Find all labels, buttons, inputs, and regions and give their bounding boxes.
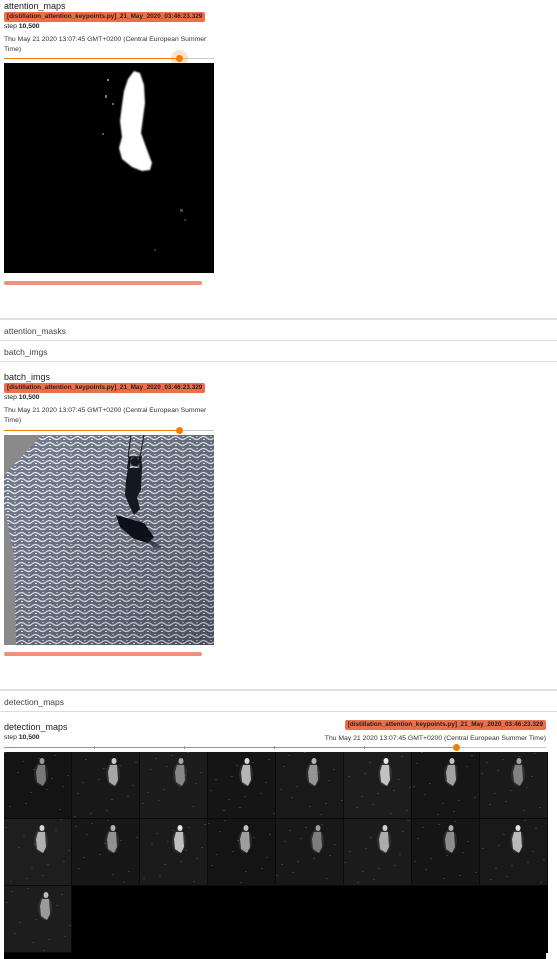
kitesurfer-photo: [4, 435, 214, 645]
detection-map-tile: [72, 819, 140, 886]
detection-map-tile: [72, 752, 140, 819]
detection-map-tile: [412, 819, 480, 886]
step-value: 10,500: [18, 734, 40, 741]
detection-map-tile: [344, 752, 412, 819]
detection-map-tile: [344, 819, 412, 886]
run-tag: [distillation_attention_keypoints.py]_21…: [344, 720, 546, 730]
step-slider-fill: [4, 747, 456, 748]
section-divider: [0, 361, 557, 362]
step-label: step 10,500: [4, 394, 40, 401]
pin-indicator-bar[interactable]: [4, 652, 202, 656]
detection-map-tile: [480, 752, 548, 819]
detection-map-tile: [412, 752, 480, 819]
detection-map-graphic: [480, 819, 547, 885]
detection-map-tile: [140, 752, 208, 819]
detection-maps-grid[interactable]: [4, 752, 548, 959]
detection-map-empty: [140, 886, 208, 953]
step-slider-thumb[interactable]: [453, 744, 460, 751]
detection-map-graphic: [344, 819, 411, 885]
detection-map-tile: [4, 819, 72, 886]
step-label: step 10,500: [4, 23, 40, 30]
timestamp: Thu May 21 2020 13:07:45 GMT+0200 (Centr…: [4, 407, 207, 424]
section-header-detection-maps[interactable]: detection_maps: [4, 697, 64, 707]
detection-map-tile: [208, 752, 276, 819]
step-value: 10,500: [18, 394, 40, 401]
detection-map-graphic: [344, 752, 411, 818]
detection-map-graphic: [412, 819, 479, 885]
detection-map-graphic: [72, 752, 139, 818]
run-tag: [distillation_attention_keypoints.py]_21…: [4, 12, 206, 22]
pin-indicator-bar[interactable]: [4, 281, 202, 285]
section-divider: [0, 318, 557, 320]
detection-map-graphic: [72, 819, 139, 885]
detection-map-tile: [4, 886, 72, 953]
card-title: detection_maps: [4, 722, 68, 732]
detection-map-graphic: [412, 752, 479, 818]
detection-map-tile: [4, 752, 72, 819]
detection-map-graphic: [480, 752, 547, 818]
detection-map-tile: [480, 819, 548, 886]
attention-map-graphic: [102, 71, 186, 251]
section-header-attention-masks[interactable]: attention_masks: [4, 326, 66, 336]
detection-map-graphic: [140, 819, 207, 885]
detection-map-graphic: [208, 752, 275, 818]
detection-map-graphic: [4, 752, 71, 818]
step-slider-fill: [4, 58, 179, 59]
timestamp: Thu May 21 2020 13:07:45 GMT+0200 (Centr…: [324, 735, 546, 742]
detection-map-empty: [72, 886, 140, 953]
step-slider-thumb[interactable]: [176, 55, 183, 62]
detection-map-empty: [344, 886, 412, 953]
step-slider-fill: [4, 430, 179, 431]
run-tag: [distillation_attention_keypoints.py]_21…: [4, 383, 206, 393]
detection-map-graphic: [140, 752, 207, 818]
section-divider: [0, 711, 557, 712]
detection-map-empty: [480, 886, 548, 953]
batch-image[interactable]: [4, 435, 214, 645]
detection-map-empty: [208, 886, 276, 953]
detection-map-tile: [208, 819, 276, 886]
detection-map-graphic: [276, 752, 343, 818]
step-slider-thumb[interactable]: [176, 427, 183, 434]
detection-map-graphic: [276, 819, 343, 885]
detection-map-graphic: [4, 886, 71, 952]
card-title: attention_maps: [4, 1, 66, 11]
detection-map-graphic: [208, 819, 275, 885]
detection-map-tile: [276, 752, 344, 819]
step-label: step 10,500: [4, 734, 40, 741]
detection-map-tile: [276, 819, 344, 886]
section-divider: [0, 689, 557, 691]
card-title: batch_imgs: [4, 372, 51, 382]
detection-map-empty: [412, 886, 480, 953]
detection-map-tile: [140, 819, 208, 886]
section-header-batch-imgs[interactable]: batch_imgs: [4, 347, 47, 357]
step-value: 10,500: [18, 23, 40, 30]
detection-map-graphic: [4, 819, 71, 885]
detection-map-empty: [276, 886, 344, 953]
section-divider: [0, 340, 557, 341]
attention-map-image[interactable]: [4, 63, 214, 273]
